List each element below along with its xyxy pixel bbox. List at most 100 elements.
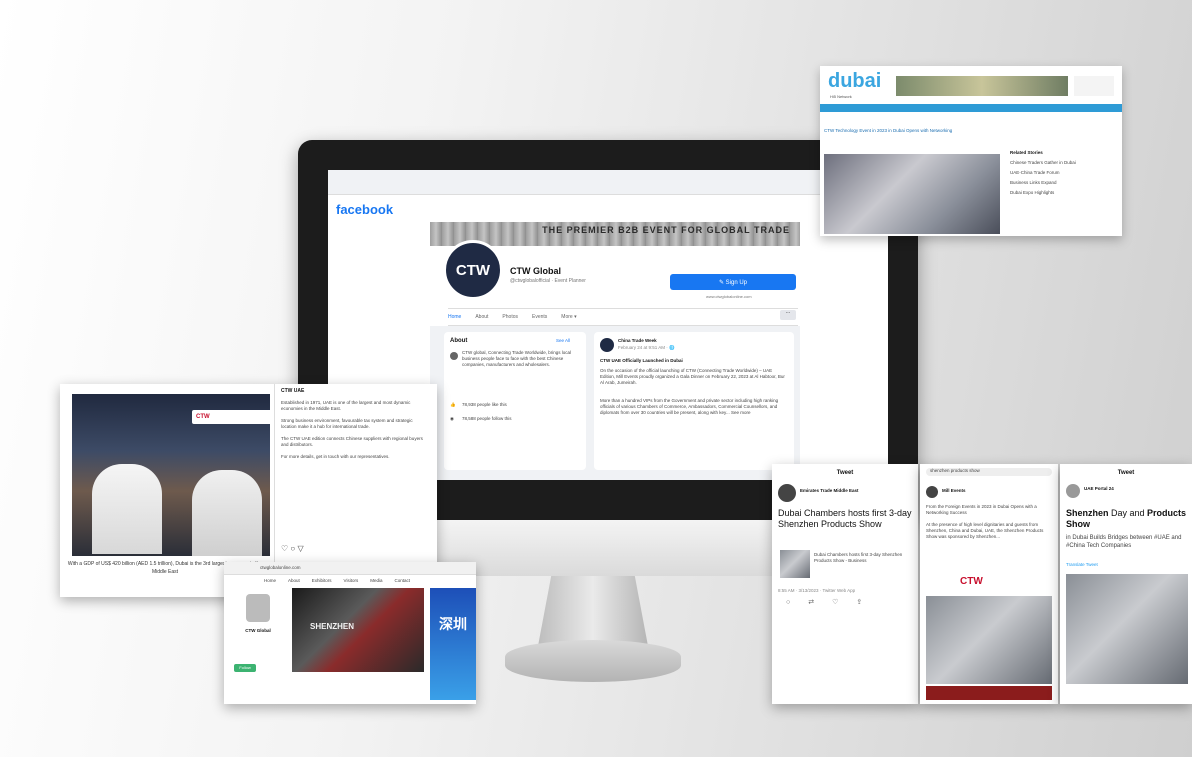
related-item[interactable]: Chinese Traders Gather in Dubai [1010,160,1114,166]
dubai-sublogo: Hi5 Network [830,94,852,99]
monitor-base [505,640,681,682]
follow-button[interactable]: Follow [234,664,256,672]
profile-name: CTW Global [245,628,271,633]
url-text[interactable]: ctwglobalonline.com [260,565,301,571]
tweet-text: Day and [1108,508,1148,518]
website-link[interactable]: www.ctwglobalonline.com [706,294,752,299]
avatar[interactable] [1066,484,1080,498]
about-card: About See All CTW global, Connecting Tra… [444,332,586,470]
tweet-author[interactable]: Mill Events [942,488,966,494]
tab-home[interactable]: Home [448,314,461,320]
tweet-text: Dubai Chambers hosts first 3-day Shenzhe… [778,508,912,529]
site-tab[interactable]: Visitors [344,578,359,584]
post-paragraph: The CTW UAE edition connects Chinese sup… [281,436,423,447]
partner-logo [1074,76,1114,96]
tweet-screenshot: Tweet UAE Portal 24 Shenzhen Day and Pro… [1060,464,1192,704]
side-banner[interactable]: 深圳 [430,588,476,700]
tweet-time: 8:55 AM · 3/13/2023 · Twitter Web App [778,588,856,593]
search-bar[interactable]: shenzhen products show [926,468,1052,476]
follow-icon: ◉ [450,416,454,421]
about-description: CTW global, Connecting Trade Worldwide, … [462,350,571,367]
page-avatar[interactable]: CTW [443,240,503,300]
dubai-logo[interactable]: dubai [828,70,881,93]
tweet-header: Tweet [1117,470,1135,476]
avatar[interactable] [926,486,938,498]
site-tab[interactable]: Home [264,578,276,584]
post-body-2: More than a hundred VIPs from the Govern… [600,398,779,415]
facebook-topbar [328,170,888,195]
cover-text: THE PREMIER B2B EVENT FOR GLOBAL TRADE [542,225,790,235]
page-tabs: Home About Photos Events More ▾ [448,308,798,326]
follows-count: 78,588 people follow this [462,416,512,421]
dubai-article-screenshot: dubai Hi5 Network CTW Technology Event i… [820,66,1122,236]
tweet-text: in Dubai Builds Bridges between #UAE and… [1066,535,1182,549]
post-body-1: On the occasion of the official launchin… [600,368,785,385]
tab-photos[interactable]: Photos [502,314,518,320]
tweet-image[interactable] [926,596,1052,684]
ctw-logo: CTW [960,576,983,587]
site-tabs: Home About Exhibitors Visitors Media Con… [264,578,410,584]
address-bar[interactable]: ctwglobalonline.com [224,562,476,575]
tab-about[interactable]: About [475,314,488,320]
post-title: CTW UAE [281,388,305,394]
profile-card: CTW Global Follow [230,588,286,688]
post-date: February 24 at 9:51 AM · 🌐 [618,345,675,350]
article-photo [824,154,1000,234]
site-tab[interactable]: About [288,578,300,584]
avatar [246,594,270,622]
link-thumbnail[interactable] [780,550,810,578]
post-paragraph: Established in 1971, UAE is one of the l… [281,400,411,411]
post-headline: CTW UAE Officially Launched in Dubai [600,358,683,363]
related-item[interactable]: UAE-China Trade Forum [1010,170,1114,176]
site-tab[interactable]: Exhibitors [312,578,332,584]
related-item[interactable]: Dubai Expo Highlights [1010,190,1114,196]
tab-events[interactable]: Events [532,314,547,320]
avatar[interactable] [778,484,796,502]
tweet-highlight: Shenzhen [1066,508,1109,518]
article-headline: CTW Technology Event in 2023 in Dubai Op… [824,128,953,133]
facebook-logo[interactable]: facebook [336,202,393,217]
tweet-author[interactable]: Emirates Trade Middle East [800,488,859,494]
tweet-screenshot: shenzhen products show Mill Events From … [920,464,1058,704]
tweet-headline: Shenzhen Day and Products Show [1066,508,1190,530]
info-icon [450,352,458,360]
tab-more[interactable]: More ▾ [561,314,576,320]
translate-link[interactable]: Translate Tweet [1066,562,1098,568]
post-avatar[interactable] [600,338,614,352]
person-figure [92,464,162,554]
monitor-stand [538,576,648,646]
post-paragraph: Strong business environment, favourable … [281,418,413,429]
related-sidebar: Related Stories Chinese Traders Gather i… [1010,150,1114,232]
see-all-link[interactable]: See All [556,338,570,344]
website-screenshot: ctwglobalonline.com Home About Exhibitor… [224,562,476,704]
like-icon: 👍 [450,402,456,407]
video-title: SHENZHEN [310,622,355,631]
heart-icon[interactable]: ♡ ○ ▽ [281,545,304,553]
header-banner [896,76,1068,96]
site-tab[interactable]: Media [370,578,382,584]
page-title: CTW Global [510,266,561,276]
video-player[interactable]: SHENZHEN [292,588,424,672]
related-item[interactable]: Business Links Expand [1010,180,1114,186]
site-tab[interactable]: Contact [394,578,410,584]
post-image: CTW [72,394,276,556]
sign-up-button[interactable]: ✎ Sign Up [670,274,796,290]
tweet-image[interactable] [1066,574,1188,684]
post-card: China Trade Week February 24 at 9:51 AM … [594,332,794,470]
tweet-image-footer [926,686,1052,700]
nav-bar[interactable] [820,104,1122,112]
page-subtitle: @ctwglobalofficial · Event Planner [510,278,586,284]
more-options-button[interactable]: ··· [780,310,796,320]
tweet-author[interactable]: UAE Portal 24 [1084,486,1114,492]
post-author[interactable]: China Trade Week [618,338,657,344]
likes-count: 78,938 people like this [462,402,507,407]
post-paragraph: For more details, get in touch with our … [281,454,390,459]
tweet-header: Tweet [836,470,854,476]
ctw-logo-badge: CTW [192,410,276,424]
related-title: Related Stories [1010,150,1043,155]
about-title: About [450,338,468,344]
link-title[interactable]: Dubai Chambers hosts first 3-day Shenzhe… [814,552,914,564]
person-figure [192,470,262,556]
tweet-actions[interactable]: ○⇄♡⇪ [786,599,880,606]
tweet-screenshot: Tweet Emirates Trade Middle East Dubai C… [772,464,918,704]
